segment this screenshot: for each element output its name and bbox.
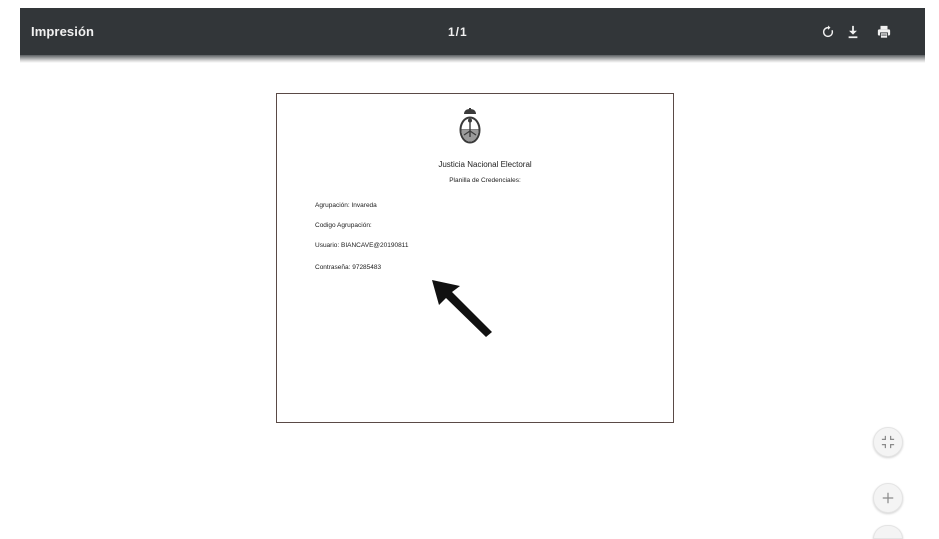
zoom-out-button[interactable]: [873, 525, 903, 539]
download-button[interactable]: [842, 21, 864, 43]
document-viewer[interactable]: Justicia Nacional Electoral Planilla de …: [20, 63, 925, 539]
fit-to-page-button[interactable]: [873, 427, 903, 457]
page-indicator: 1/1: [448, 24, 468, 39]
fit-page-icon: [881, 435, 895, 449]
contrasena-line: Contraseña: 97285483: [315, 264, 382, 271]
pointer-arrow-annotation: [432, 280, 492, 337]
agrupacion-line: Agrupación: Invareda: [315, 202, 377, 209]
viewer-toolbar: Impresión 1/1: [20, 8, 925, 55]
usuario-line: Usuario: BIANCAVE@20190811: [315, 242, 409, 249]
document-page: Justicia Nacional Electoral Planilla de …: [276, 93, 674, 423]
zoom-in-button[interactable]: [873, 483, 903, 513]
rotate-icon: [822, 25, 834, 38]
right-margin: [925, 0, 939, 539]
codigo-agrupacion-line: Codigo Agrupación:: [315, 222, 372, 229]
document-subheading: Planilla de Credenciales:: [449, 177, 521, 184]
download-icon: [848, 25, 858, 39]
print-icon: [877, 25, 891, 39]
document-heading: Justicia Nacional Electoral: [438, 160, 532, 169]
print-button[interactable]: [873, 21, 895, 43]
zoom-in-icon: [882, 492, 894, 504]
viewer-title: Impresión: [31, 24, 95, 39]
left-margin: [0, 0, 20, 539]
coat-of-arms-logo: [459, 108, 481, 144]
rotate-button[interactable]: [817, 21, 839, 43]
toolbar-shadow: [20, 55, 925, 63]
